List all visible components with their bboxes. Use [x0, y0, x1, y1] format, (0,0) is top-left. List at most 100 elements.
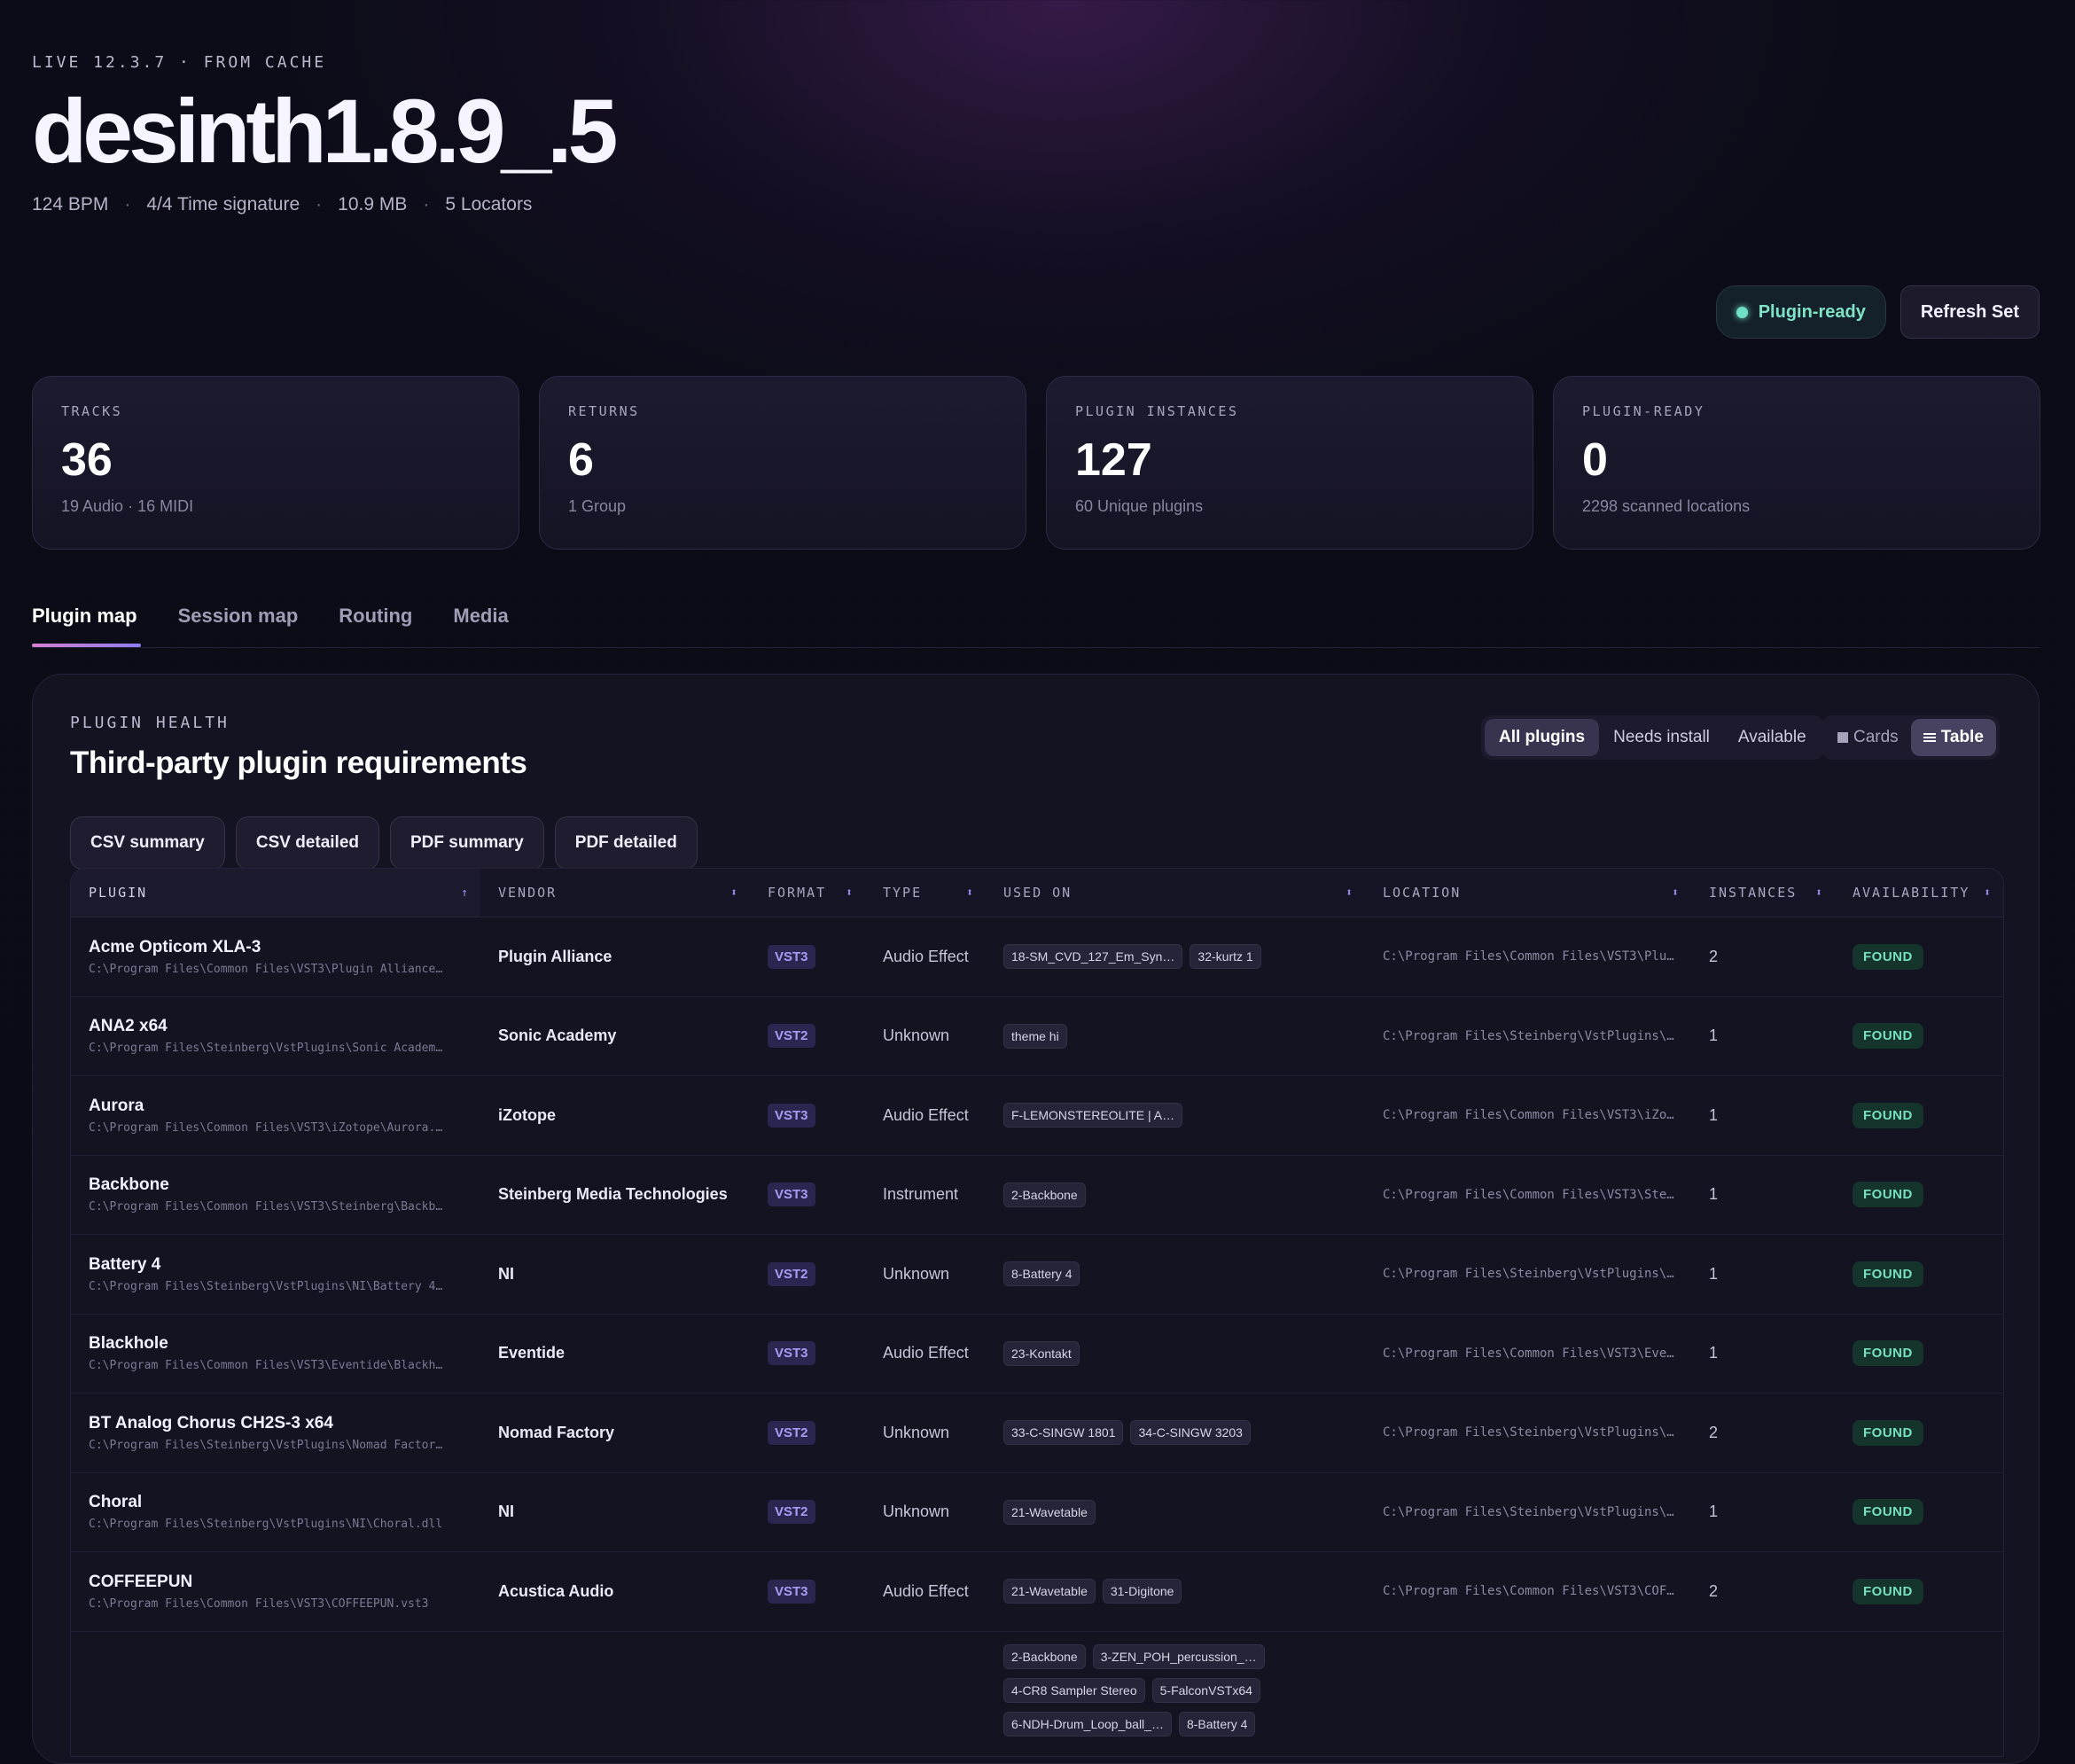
- column-header-type[interactable]: TYPE ⬍: [865, 869, 986, 917]
- location-path: C:\Program Files\Common Files\VST3\COF…: [1383, 1584, 1674, 1599]
- meta-locators: 5 Locators: [445, 194, 533, 215]
- plugin-name: COFFEEPUN: [89, 1572, 193, 1591]
- track-chip[interactable]: 21-Wavetable: [1003, 1579, 1096, 1604]
- export-buttons: CSV summary CSV detailed PDF summary PDF…: [70, 816, 698, 870]
- stat-sub: 19 Audio · 16 MIDI: [61, 497, 194, 515]
- plugin-path: C:\Program Files\Steinberg\VstPlugins\No…: [89, 1438, 443, 1452]
- tab-routing[interactable]: Routing: [339, 599, 412, 642]
- plugin-type: Audio Effect: [883, 947, 969, 965]
- track-chip[interactable]: 33-C-SINGW 1801: [1003, 1420, 1124, 1446]
- table-row[interactable]: ANA2 x64 C:\Program Files\Steinberg\VstPl…: [71, 997, 2003, 1076]
- track-chip[interactable]: 23-Kontakt: [1003, 1340, 1080, 1366]
- track-chip[interactable]: 8-Battery 4: [1178, 1711, 1256, 1737]
- cell-availability: FOUND: [1835, 1023, 2003, 1050]
- table-row[interactable]: 2-Backbone 3-ZEN_POH_percussion_… 4-CR8 Sa…: [71, 1632, 2003, 1756]
- instance-count: 2: [1709, 1423, 1719, 1441]
- table-row[interactable]: Battery 4 C:\Program Files\Steinberg\VstP…: [71, 1235, 2003, 1315]
- track-chip[interactable]: 6-NDH-Drum_Loop_ball_…: [1003, 1711, 1172, 1737]
- plugin-health-panel: PLUGIN HEALTH Third-party plugin require…: [32, 674, 2040, 1764]
- used-on-chips: 2-Backbone: [1003, 1182, 1354, 1207]
- cell-plugin: Aurora C:\Program Files\Common Files\VST3…: [71, 1097, 480, 1135]
- vendor-name: Sonic Academy: [498, 1026, 617, 1045]
- filter-all-plugins[interactable]: All plugins: [1485, 719, 1600, 756]
- column-header-availability[interactable]: AVAILABILITY ⬍: [1835, 869, 2003, 917]
- track-chip[interactable]: 34-C-SINGW 3203: [1130, 1420, 1251, 1446]
- csv-summary-button[interactable]: CSV summary: [70, 816, 225, 870]
- table-icon: [1923, 733, 1936, 742]
- plugin-path: C:\Program Files\Common Files\VST3\Stein…: [89, 1200, 443, 1214]
- track-chip[interactable]: 21-Wavetable: [1003, 1499, 1096, 1525]
- plugin-table: PLUGIN ↑ VENDOR ⬍ FORMAT ⬍ TYPE ⬍ USED ON ⬍ L…: [70, 868, 2004, 1757]
- format-badge: VST2: [768, 1024, 815, 1049]
- panel-eyebrow: PLUGIN HEALTH: [70, 714, 230, 732]
- table-row[interactable]: Blackhole C:\Program Files\Common Files\V…: [71, 1315, 2003, 1393]
- used-on-chips: 23-Kontakt: [1003, 1340, 1354, 1366]
- stat-card-returns: RETURNS 6 1 Group: [539, 376, 1026, 550]
- table-row[interactable]: BT Analog Chorus CH2S-3 x64 C:\Program Fi…: [71, 1393, 2003, 1473]
- table-row[interactable]: Aurora C:\Program Files\Common Files\VST3…: [71, 1076, 2003, 1156]
- format-badge: VST3: [768, 1341, 815, 1366]
- plugin-type: Audio Effect: [883, 1344, 969, 1362]
- track-chip[interactable]: 32-kurtz 1: [1190, 944, 1261, 970]
- column-header-location[interactable]: LOCATION ⬍: [1365, 869, 1691, 917]
- tab-session-map[interactable]: Session map: [178, 599, 299, 642]
- column-header-plugin[interactable]: PLUGIN ↑: [71, 869, 480, 917]
- view-cards-button[interactable]: Cards: [1825, 719, 1911, 756]
- plugin-name: Blackhole: [89, 1334, 168, 1354]
- track-chip[interactable]: 18-SM_CVD_127_Em_Syn…: [1003, 944, 1183, 970]
- vendor-name: Plugin Alliance: [498, 947, 612, 965]
- tab-media[interactable]: Media: [453, 599, 508, 642]
- cell-used-on: 2-Backbone 3-ZEN_POH_percussion_… 4-CR8 Sa…: [986, 1643, 1365, 1737]
- meta-separator: ·: [316, 194, 323, 215]
- track-chip[interactable]: 2-Backbone: [1003, 1643, 1086, 1669]
- column-header-format[interactable]: FORMAT ⬍: [750, 869, 865, 917]
- view-cards-label: Cards: [1853, 728, 1899, 746]
- used-on-chips: 21-Wavetable: [1003, 1499, 1354, 1525]
- location-path: C:\Program Files\Common Files\VST3\Eve…: [1383, 1346, 1674, 1361]
- column-header-instances[interactable]: INSTANCES ⬍: [1691, 869, 1835, 917]
- stat-card-plugin-instances: PLUGIN INSTANCES 127 60 Unique plugins: [1046, 376, 1533, 550]
- table-row[interactable]: Acme Opticom XLA-3 C:\Program Files\Commo…: [71, 917, 2003, 997]
- view-table-label: Table: [1940, 728, 1984, 746]
- refresh-set-button[interactable]: Refresh Set: [1899, 285, 2040, 339]
- column-header-vendor[interactable]: VENDOR ⬍: [480, 869, 750, 917]
- availability-badge: FOUND: [1853, 1499, 1923, 1526]
- table-row[interactable]: Choral C:\Program Files\Steinberg\VstPlug…: [71, 1473, 2003, 1552]
- cell-instances: 1: [1691, 1185, 1835, 1204]
- tab-plugin-map[interactable]: Plugin map: [32, 599, 141, 647]
- track-chip[interactable]: F-LEMONSTEREOLITE | A…: [1003, 1103, 1183, 1128]
- filter-needs-install[interactable]: Needs install: [1599, 719, 1724, 756]
- availability-badge: FOUND: [1853, 1182, 1923, 1208]
- table-row[interactable]: Backbone C:\Program Files\Common Files\VS…: [71, 1156, 2003, 1235]
- plugin-path: C:\Program Files\Common Files\VST3\iZoto…: [89, 1120, 443, 1135]
- cell-location: C:\Program Files\Common Files\VST3\Eve…: [1365, 1346, 1691, 1361]
- plugin-name: Backbone: [89, 1175, 169, 1195]
- plugin-ready-status[interactable]: Plugin-ready: [1715, 285, 1886, 339]
- track-chip[interactable]: 4-CR8 Sampler Stereo: [1003, 1677, 1145, 1703]
- track-chip[interactable]: 31-Digitone: [1102, 1579, 1182, 1604]
- plugin-path: C:\Program Files\Steinberg\VstPlugins\So…: [89, 1042, 443, 1056]
- format-badge: VST3: [768, 1183, 815, 1207]
- set-meta: 124 BPM · 4/4 Time signature · 10.9 MB ·…: [32, 194, 613, 215]
- sort-icon: ⬍: [1672, 886, 1681, 900]
- set-header: LIVE 12.3.7 · FROM CACHE desinth1.8.9_.5…: [32, 53, 618, 215]
- cell-vendor: iZotope: [480, 1106, 750, 1125]
- filter-available[interactable]: Available: [1724, 719, 1821, 756]
- track-chip[interactable]: 2-Backbone: [1003, 1182, 1086, 1207]
- cell-location: C:\Program Files\Steinberg\VstPlugins\…: [1365, 1267, 1691, 1281]
- location-path: C:\Program Files\Steinberg\VstPlugins\…: [1383, 1425, 1674, 1440]
- column-header-used-on[interactable]: USED ON ⬍: [986, 869, 1365, 917]
- plugin-type: Unknown: [883, 1026, 950, 1045]
- csv-detailed-button[interactable]: CSV detailed: [235, 816, 379, 870]
- location-path: C:\Program Files\Common Files\VST3\Ste…: [1383, 1187, 1674, 1202]
- track-chip[interactable]: 3-ZEN_POH_percussion_…: [1092, 1643, 1265, 1669]
- track-chip[interactable]: 5-FalconVSTx64: [1151, 1677, 1260, 1703]
- track-chip[interactable]: 8-Battery 4: [1003, 1261, 1080, 1287]
- pdf-detailed-button[interactable]: PDF detailed: [554, 816, 698, 870]
- pdf-summary-button[interactable]: PDF summary: [390, 816, 544, 870]
- table-row[interactable]: COFFEEPUN C:\Program Files\Common Files\V…: [71, 1552, 2003, 1632]
- track-chip[interactable]: theme hi: [1003, 1023, 1067, 1049]
- view-table-button[interactable]: Table: [1910, 719, 1996, 756]
- vendor-name: Steinberg Media Technologies: [498, 1185, 728, 1204]
- cell-plugin: Battery 4 C:\Program Files\Steinberg\VstP…: [71, 1255, 480, 1293]
